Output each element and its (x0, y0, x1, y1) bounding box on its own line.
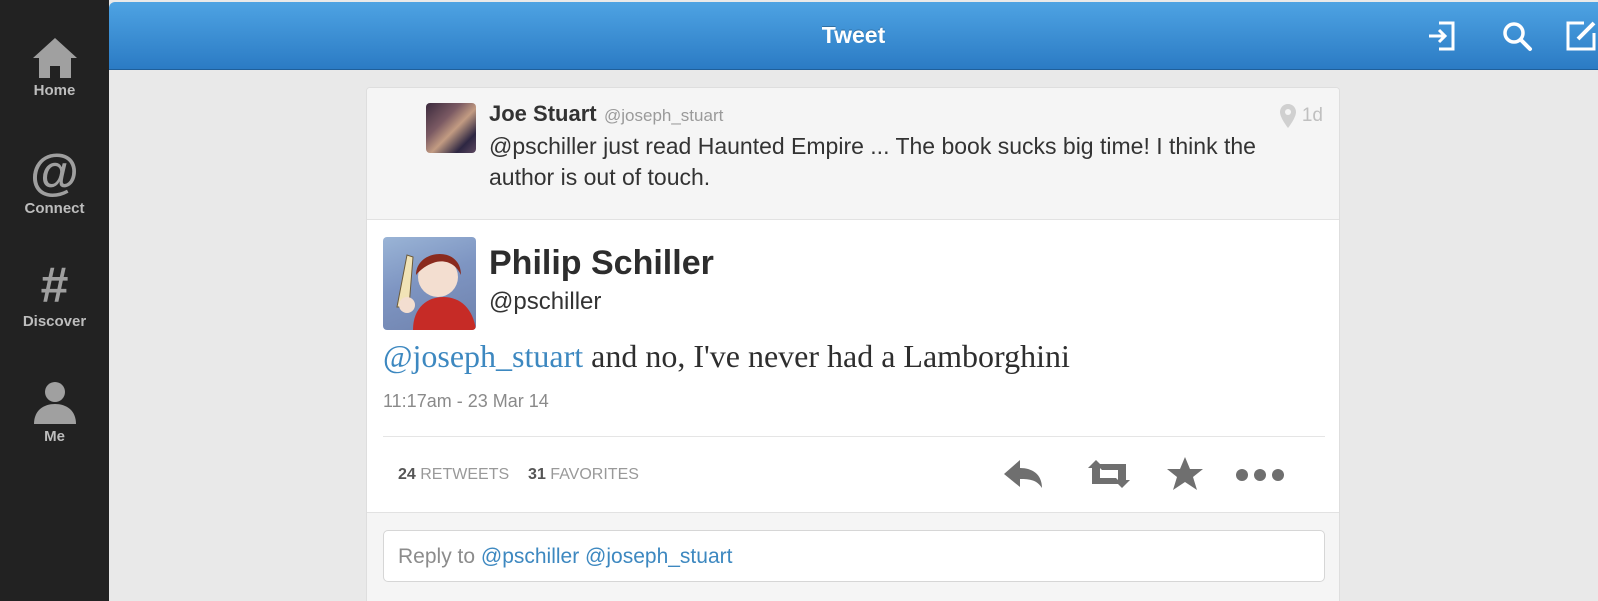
sidebar-item-label: Connect (24, 200, 85, 217)
author-handle: @pschiller (489, 288, 602, 315)
tweet-timestamp: 11:17am - 23 Mar 14 (383, 391, 549, 411)
author-name[interactable]: Philip Schiller (489, 244, 714, 283)
home-icon (32, 38, 77, 78)
parent-tweet[interactable]: Joe Stuart @joseph_stuart 1d @pschiller … (367, 88, 1339, 220)
more-options-icon[interactable] (1232, 454, 1288, 494)
sidebar-item-label: Discover (22, 313, 87, 330)
reply-icon[interactable] (1000, 454, 1046, 494)
parent-timestamp: 1d (1301, 105, 1323, 126)
avatar[interactable] (383, 237, 476, 330)
parent-author-name[interactable]: Joe Stuart (489, 101, 597, 127)
compose-icon[interactable] (1564, 19, 1598, 53)
reply-placeholder: Reply to @pschiller @joseph_stuart (398, 545, 733, 568)
retweets-label[interactable]: RETWEETS (420, 466, 509, 483)
avatar[interactable] (426, 103, 476, 153)
favorite-star-icon[interactable] (1162, 454, 1208, 494)
sidebar: Home @ Connect # Discover Me (0, 0, 109, 601)
reply-section: Reply to @pschiller @joseph_stuart (367, 512, 1339, 601)
tweet-detail-card: Joe Stuart @joseph_stuart 1d @pschiller … (366, 87, 1340, 601)
sidebar-item-me[interactable]: Me (0, 380, 109, 445)
tweet-stats: 24 RETWEETS 31 FAVORITES (398, 466, 639, 484)
favorites-label[interactable]: FAVORITES (550, 466, 639, 483)
tweet-body: and no, I've never had a Lamborghini (583, 338, 1070, 374)
sidebar-item-label: Me (44, 428, 65, 445)
parent-author-handle: @joseph_stuart (604, 106, 724, 125)
sidebar-item-label: Home (33, 82, 76, 99)
retweet-icon[interactable] (1086, 454, 1132, 494)
page-title: Tweet (821, 22, 886, 48)
sidebar-item-home[interactable]: Home (0, 36, 109, 99)
sidebar-item-discover[interactable]: # Discover (0, 259, 109, 330)
mention-link[interactable]: @joseph_stuart (383, 338, 583, 374)
sign-out-icon[interactable] (1425, 19, 1459, 53)
parent-tweet-text: @pschiller just read Haunted Empire ... … (489, 133, 1256, 190)
sidebar-item-connect[interactable]: @ Connect (0, 146, 109, 217)
reply-input[interactable]: Reply to @pschiller @joseph_stuart (383, 530, 1325, 582)
at-icon: @ (30, 144, 79, 200)
avatar-illustration (396, 253, 476, 330)
top-bar: Tweet (109, 2, 1598, 70)
search-icon[interactable] (1500, 19, 1534, 53)
tweet-text: @joseph_stuart and no, I've never had a … (383, 338, 1070, 375)
hash-icon: # (40, 257, 69, 313)
reply-mentions: @pschiller @joseph_stuart (480, 545, 733, 568)
location-pin-icon (1280, 104, 1296, 128)
retweets-count: 24 (398, 466, 416, 483)
person-icon (33, 382, 76, 424)
favorites-count: 31 (528, 466, 546, 483)
divider (383, 436, 1325, 437)
